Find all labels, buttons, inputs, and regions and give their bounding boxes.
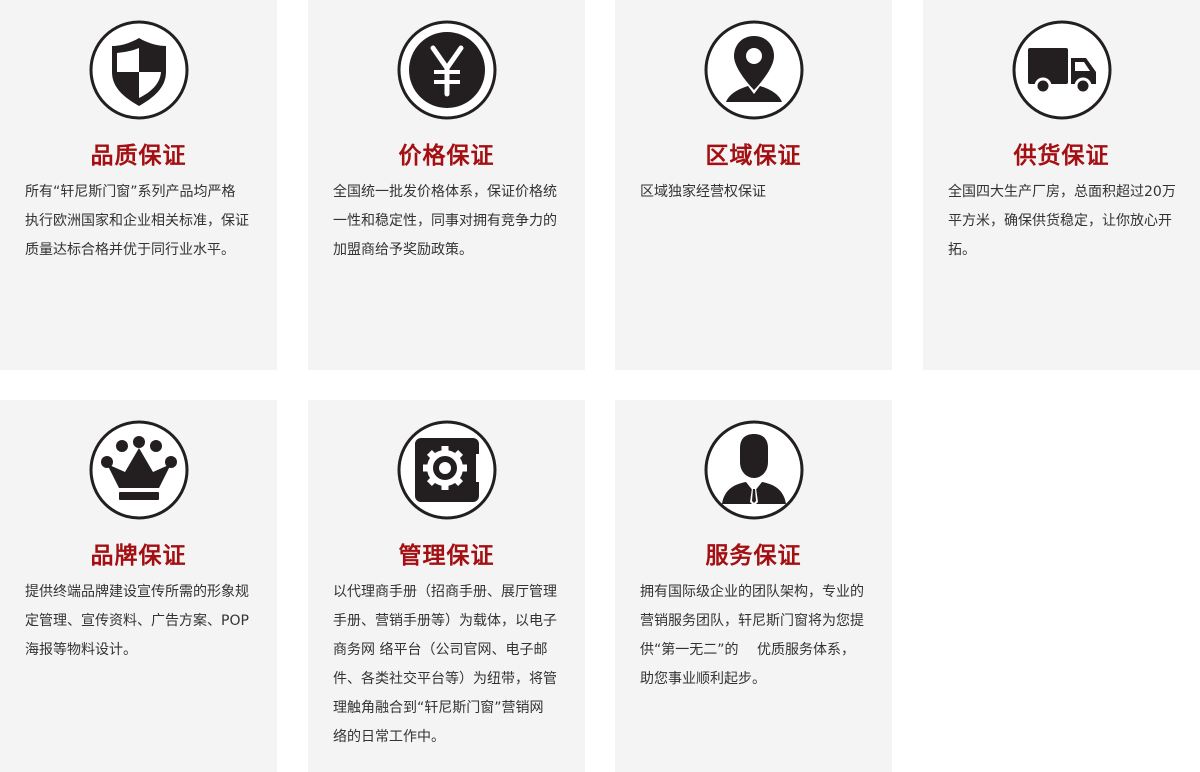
yuan-icon [397,20,497,120]
card-title: 服务保证 [705,543,802,569]
card-title: 品质保证 [90,143,187,169]
card-title: 区域保证 [705,143,802,169]
card-description: 全国四大生产厂房，总面积超过20万 平方米，确保供货稳定，让你放心开 拓。 [948,184,1176,258]
card-service: 服务保证 拥有国际级企业的团队架构，专业的 营销服务团队，轩尼斯门窗将为您提 供… [615,400,892,772]
card-price: 价格保证 全国统一批发价格体系，保证价格统 一性和稳定性，同事对拥有竞争力的 加… [308,0,585,370]
shield-icon [89,20,189,120]
businessman-icon [704,420,804,520]
card-region: 区域保证 区域独家经营权保证 [615,0,892,370]
truck-icon [1012,20,1112,120]
gear-safe-icon [397,420,497,520]
card-description: 所有“轩尼斯门窗”系列产品均严格 执行欧洲国家和企业相关标准，保证 质量达标合格… [25,184,249,258]
card-brand: 品牌保证 提供终端品牌建设宣传所需的形象规 定管理、宣传资料、广告方案、POP … [0,400,277,772]
card-description: 提供终端品牌建设宣传所需的形象规 定管理、宣传资料、广告方案、POP 海报等物料… [25,584,249,658]
crown-icon [89,420,189,520]
card-description: 区域独家经营权保证 [640,184,766,200]
card-description: 全国统一批发价格体系，保证价格统 一性和稳定性，同事对拥有竞争力的 加盟商给予奖… [333,184,557,258]
card-title: 供货保证 [1013,143,1110,169]
location-pin-icon [704,20,804,120]
card-description: 以代理商手册（招商手册、展厅管理 手册、营销手册等）为载体，以电子 商务网 络平… [333,584,557,745]
card-title: 品牌保证 [90,543,187,569]
card-title: 价格保证 [398,143,495,169]
card-management: 管理保证 以代理商手册（招商手册、展厅管理 手册、营销手册等）为载体，以电子 商… [308,400,585,772]
card-supply: 供货保证 全国四大生产厂房，总面积超过20万 平方米，确保供货稳定，让你放心开 … [923,0,1200,370]
card-quality: 品质保证 所有“轩尼斯门窗”系列产品均严格 执行欧洲国家和企业相关标准，保证 质… [0,0,277,370]
card-description: 拥有国际级企业的团队架构，专业的 营销服务团队，轩尼斯门窗将为您提 供“第一无二… [640,584,864,687]
card-title: 管理保证 [398,543,495,569]
